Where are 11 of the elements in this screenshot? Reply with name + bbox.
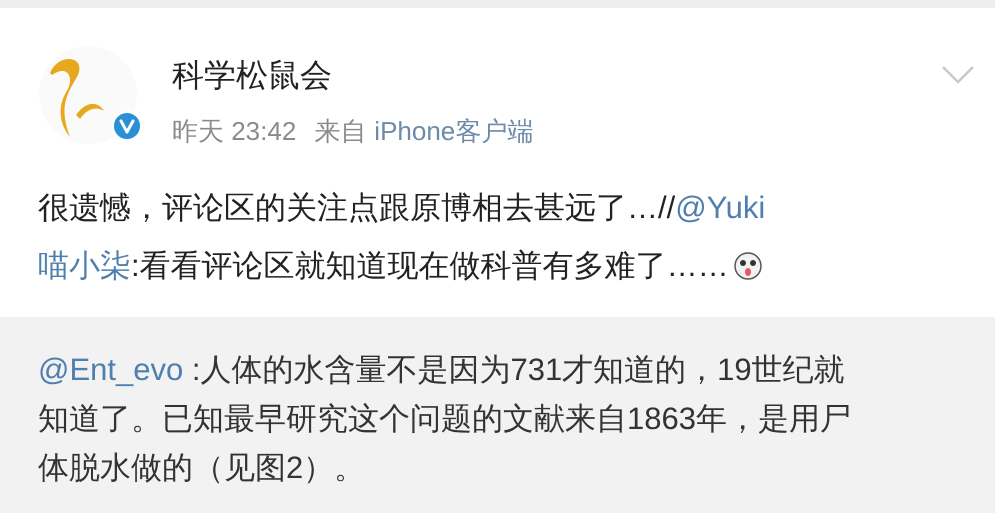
post-text: :看看评论区就知道现在做科普有多难了…… xyxy=(131,247,729,285)
post-time: 昨天 23:42 xyxy=(172,115,296,147)
mention-link[interactable]: @Yuki xyxy=(675,179,766,237)
mention-link[interactable]: 喵小柒 xyxy=(38,237,131,295)
source-link[interactable]: iPhone客户端 xyxy=(374,115,534,147)
emoji-icon xyxy=(732,251,763,281)
author-name[interactable]: 科学松鼠会 xyxy=(172,55,534,95)
quoted-post-text: @Ent_evo :人体的水含量不是因为731才知道的，19世纪就知道了。已知最早研究这个问题的文献来自1863年，是用尸体脱水做的（见图2）。 xyxy=(38,351,852,487)
post-text: 很遗憾，评论区的关注点跟原博相去甚远了…// xyxy=(38,189,676,227)
mention-link[interactable]: @Ent_evo xyxy=(38,352,184,387)
source-label: 来自 xyxy=(314,115,366,147)
